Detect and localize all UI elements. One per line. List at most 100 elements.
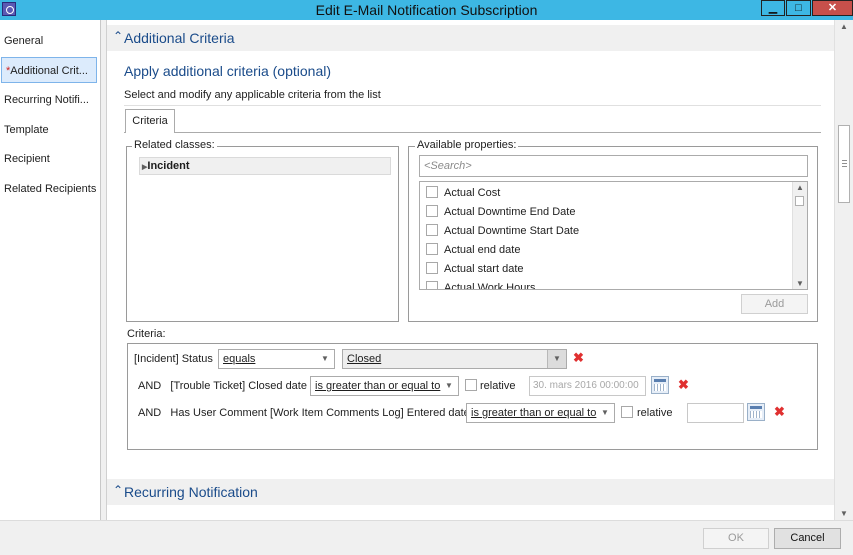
maximize-button[interactable]: □ (786, 0, 811, 16)
criteria-prefix: AND (138, 380, 162, 392)
checkbox[interactable] (426, 243, 438, 256)
cancel-button[interactable]: Cancel (774, 528, 841, 549)
relative-label-3: relative (637, 407, 673, 419)
section-header-additional-criteria[interactable]: ⌃ Additional Criteria (107, 25, 834, 51)
criteria-class: [Incident] (134, 353, 179, 365)
grip-icon (842, 160, 847, 161)
property-list[interactable]: Actual Cost Actual Downtime End Date Act… (419, 181, 808, 290)
criteria-row-2-date-input[interactable]: 30. mars 2016 00:00:00 (529, 376, 646, 396)
property-search-input[interactable]: <Search> (419, 155, 808, 177)
list-item[interactable]: Actual Work Hours (426, 279, 536, 290)
window-title: Edit E-Mail Notification Subscription (315, 2, 538, 18)
navigation-pane: General *Additional Crit... Recurring No… (0, 20, 101, 520)
related-classes-legend: Related classes: (132, 139, 217, 151)
delete-criteria-3-icon[interactable]: ✖ (774, 404, 785, 420)
operator-value: is greater than or equal to (315, 380, 441, 392)
close-button[interactable]: ✕ (812, 0, 853, 16)
related-classes-group: ▶Incident (126, 146, 399, 322)
section-header-recurring-notification[interactable]: ⌃ Recurring Notification (107, 479, 834, 505)
page-heading: Apply additional criteria (optional) (124, 63, 331, 79)
operator-value: is greater than or equal to (471, 407, 597, 419)
list-item[interactable]: Actual end date (426, 241, 520, 260)
scroll-thumb[interactable] (795, 196, 804, 206)
minimize-button[interactable]: ▁ (761, 0, 785, 16)
section-title: Additional Criteria (124, 30, 235, 46)
checkbox[interactable] (426, 186, 438, 199)
calendar-icon[interactable] (651, 376, 669, 394)
chevron-down-icon: ▼ (321, 354, 329, 363)
criteria-editor: [Incident] Status equals ▼ Closed ▼ ✖ AND … (127, 343, 818, 450)
criteria-row-2-operator-select[interactable]: is greater than or equal to ▼ (310, 376, 459, 396)
nav-item-general[interactable]: General (0, 28, 98, 54)
property-label: Actual Work Hours (444, 282, 536, 290)
chevron-down-icon: ▼ (601, 408, 609, 417)
property-label: Actual start date (444, 263, 524, 275)
criteria-prefix: AND (138, 407, 162, 419)
checkbox[interactable] (426, 224, 438, 237)
nav-item-label: Recurring Notifi... (4, 94, 89, 106)
available-properties-group: <Search> Actual Cost Actual Downtime End… (408, 146, 818, 322)
page-description: Select and modify any applicable criteri… (124, 89, 381, 101)
criteria-row-1-field: [Incident] Status (134, 353, 213, 365)
list-item[interactable]: Actual start date (426, 260, 524, 279)
grip-icon (842, 166, 847, 167)
delete-criteria-1-icon[interactable]: ✖ (573, 350, 584, 366)
nav-item-recipient[interactable]: Recipient (0, 146, 98, 172)
main-content: ⌃ Additional Criteria Apply additional c… (107, 20, 834, 520)
property-label: Actual Cost (444, 187, 501, 199)
criteria-property: Entered date (406, 407, 470, 419)
nav-item-label: Template (4, 124, 49, 136)
chevron-up-icon: ⌃ (113, 29, 124, 43)
criteria-class: Has User Comment [Work Item Comments Log… (170, 407, 404, 419)
ok-button[interactable]: OK (703, 528, 769, 549)
calendar-icon[interactable] (747, 403, 765, 421)
nav-item-label: Additional Crit... (10, 65, 88, 77)
list-item[interactable]: Actual Downtime Start Date (426, 222, 579, 241)
criteria-value: Closed (347, 353, 382, 365)
criteria-row-3-field: AND Has User Comment [Work Item Comments… (138, 407, 470, 419)
criteria-class: [Trouble Ticket] (170, 380, 246, 392)
scroll-down-arrow-icon[interactable]: ▼ (793, 279, 807, 288)
relative-label-2: relative (480, 380, 516, 392)
scroll-up-arrow-icon[interactable]: ▲ (793, 183, 807, 192)
checkbox[interactable] (426, 262, 438, 275)
list-item[interactable]: Actual Downtime End Date (426, 203, 575, 222)
criteria-tabstrip: Criteria (124, 105, 821, 133)
list-item[interactable]: Actual Cost (426, 184, 500, 203)
main-scrollbar[interactable]: ▲ ▼ (834, 20, 853, 520)
tab-criteria[interactable]: Criteria (125, 109, 175, 133)
criteria-property: Closed date (248, 380, 307, 392)
dialog-footer: OK Cancel (0, 520, 853, 555)
relative-checkbox-2[interactable] (465, 379, 477, 391)
nav-item-related-recipients[interactable]: Related Recipients (0, 176, 98, 202)
grip-icon (842, 163, 847, 164)
criteria-row-3-date-input[interactable] (687, 403, 744, 423)
criteria-label: Criteria: (127, 328, 166, 340)
nav-item-recurring-notification[interactable]: Recurring Notifi... (0, 87, 98, 113)
section-title: Recurring Notification (124, 484, 258, 500)
checkbox[interactable] (426, 281, 438, 289)
property-label: Actual end date (444, 244, 521, 256)
criteria-row-1-operator-select[interactable]: equals ▼ (218, 349, 335, 369)
chevron-up-icon: ⌃ (113, 483, 124, 497)
delete-criteria-2-icon[interactable]: ✖ (678, 377, 689, 393)
related-class-label: Incident (147, 160, 190, 172)
available-properties-legend: Available properties: (415, 139, 519, 151)
title-bar: Edit E-Mail Notification Subscription ▁ … (0, 0, 853, 20)
add-property-button[interactable]: Add (741, 294, 808, 314)
nav-item-template[interactable]: Template (0, 117, 98, 143)
related-class-item-incident[interactable]: ▶Incident (139, 157, 391, 175)
nav-item-additional-criteria[interactable]: *Additional Crit... (1, 57, 97, 83)
relative-checkbox-3[interactable] (621, 406, 633, 418)
scroll-down-arrow-icon[interactable]: ▼ (835, 509, 853, 518)
property-list-scrollbar[interactable]: ▲ ▼ (792, 182, 807, 289)
property-label: Actual Downtime Start Date (444, 225, 580, 237)
chevron-down-icon: ▼ (547, 350, 566, 368)
checkbox[interactable] (426, 205, 438, 218)
scroll-thumb[interactable] (838, 125, 850, 203)
nav-item-label: Related Recipients (4, 183, 97, 195)
scroll-up-arrow-icon[interactable]: ▲ (835, 22, 853, 31)
criteria-row-3-operator-select[interactable]: is greater than or equal to ▼ (466, 403, 615, 423)
criteria-row-1-value-select[interactable]: Closed ▼ (342, 349, 567, 369)
nav-item-label: Recipient (4, 153, 50, 165)
